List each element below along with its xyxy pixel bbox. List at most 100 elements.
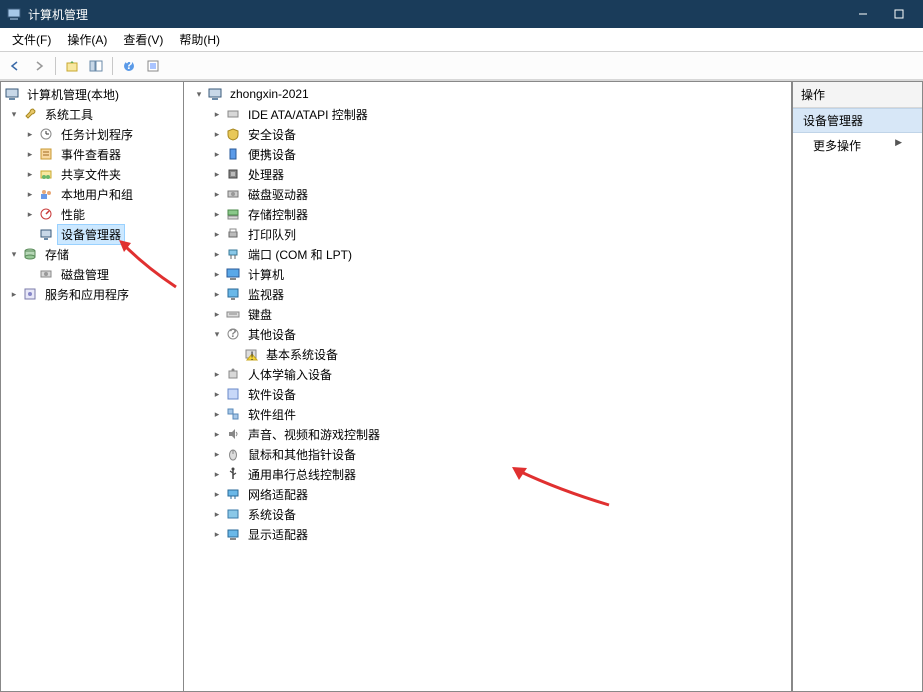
back-button[interactable] [4,55,26,77]
expand-icon[interactable]: ▸ [210,107,224,121]
tree-event-viewer[interactable]: ▸ 事件查看器 [1,144,183,164]
expand-icon[interactable]: ▸ [210,467,224,481]
tree-disk-management[interactable]: 磁盘管理 [1,264,183,284]
hid-icon [225,366,241,382]
tree-label: 性能 [57,204,89,225]
tree-label: 便携设备 [244,144,300,165]
tree-device-manager[interactable]: 设备管理器 [1,224,183,244]
actions-section-title: 设备管理器 [793,108,922,133]
expand-icon[interactable]: ▸ [210,387,224,401]
expand-icon[interactable]: ▸ [23,187,37,201]
menu-file[interactable]: 文件(F) [4,29,59,50]
device-print-queues[interactable]: ▸打印队列 [190,224,791,244]
tree-label: 键盘 [244,304,276,325]
expand-icon[interactable]: ▸ [210,227,224,241]
properties-button[interactable] [142,55,164,77]
menu-action[interactable]: 操作(A) [59,29,115,50]
maximize-button[interactable] [881,0,917,28]
device-display[interactable]: ▸ 显示适配器 [190,524,791,544]
tree-task-scheduler[interactable]: ▸ 任务计划程序 [1,124,183,144]
printer-icon [225,226,241,242]
device-other[interactable]: ▾?其他设备 [190,324,791,344]
device-sound[interactable]: ▸声音、视频和游戏控制器 [190,424,791,444]
tree-label: 人体学输入设备 [244,364,336,385]
device-ports[interactable]: ▸端口 (COM 和 LPT) [190,244,791,264]
expand-icon[interactable]: ▸ [210,487,224,501]
expand-icon[interactable]: ▸ [210,287,224,301]
device-disk-drives[interactable]: ▸磁盘驱动器 [190,184,791,204]
device-processors[interactable]: ▸处理器 [190,164,791,184]
tree-storage[interactable]: ▾ 存储 [1,244,183,264]
device-security[interactable]: ▸ 安全设备 [190,124,791,144]
device-storage-ctrl[interactable]: ▸存储控制器 [190,204,791,224]
device-software[interactable]: ▸软件设备 [190,384,791,404]
shared-folder-icon [38,166,54,182]
tree-performance[interactable]: ▸ 性能 [1,204,183,224]
expand-icon[interactable]: ▸ [23,127,37,141]
device-network[interactable]: ▸网络适配器 [190,484,791,504]
expand-icon[interactable]: ▸ [210,527,224,541]
expand-icon[interactable]: ▸ [210,367,224,381]
portable-icon [225,146,241,162]
device-software-comp[interactable]: ▸软件组件 [190,404,791,424]
other-icon: ? [225,326,241,342]
up-button[interactable] [61,55,83,77]
computer-mgmt-icon [4,86,20,102]
title-bar: 计算机管理 [0,0,923,28]
collapse-icon[interactable]: ▾ [7,247,21,261]
collapse-icon[interactable]: ▾ [210,327,224,341]
device-hid[interactable]: ▸ 人体学输入设备 [190,364,791,384]
expand-icon[interactable]: ▸ [210,147,224,161]
collapse-icon[interactable]: ▾ [192,87,206,101]
menu-help[interactable]: 帮助(H) [171,29,228,50]
forward-button[interactable] [28,55,50,77]
expand-icon[interactable]: ▸ [210,507,224,521]
help-button[interactable]: ? [118,55,140,77]
mouse-icon [225,446,241,462]
device-usb[interactable]: ▸通用串行总线控制器 [190,464,791,484]
expand-icon[interactable]: ▸ [210,427,224,441]
expand-icon[interactable]: ▸ [210,267,224,281]
expand-icon[interactable]: ▸ [7,287,21,301]
tree-services-apps[interactable]: ▸ 服务和应用程序 [1,284,183,304]
expand-icon[interactable]: ▸ [210,247,224,261]
tree-label: 事件查看器 [57,144,125,165]
tree-system-tools[interactable]: ▾ 系统工具 [1,104,183,124]
device-keyboards[interactable]: ▸ 键盘 [190,304,791,324]
expand-icon[interactable]: ▸ [23,207,37,221]
expand-icon[interactable]: ▸ [210,167,224,181]
actions-more[interactable]: 更多操作 ▶ [793,133,922,158]
tree-label: 系统设备 [244,504,300,525]
component-icon [225,406,241,422]
collapse-icon[interactable]: ▾ [7,107,21,121]
tree-shared-folders[interactable]: ▸ 共享文件夹 [1,164,183,184]
expand-icon[interactable]: ▸ [210,407,224,421]
expand-icon[interactable]: ▸ [23,147,37,161]
tree-label: 显示适配器 [244,524,312,545]
tree-label: 安全设备 [244,124,300,145]
display-adapter-icon [225,526,241,542]
device-system[interactable]: ▸ 系统设备 [190,504,791,524]
device-portable[interactable]: ▸ 便携设备 [190,144,791,164]
expand-icon[interactable]: ▸ [210,187,224,201]
expand-icon[interactable]: ▸ [210,127,224,141]
disk-drive-icon [225,186,241,202]
device-base-system[interactable]: !基本系统设备 [190,344,791,364]
minimize-button[interactable] [845,0,881,28]
device-root[interactable]: ▾ zhongxin-2021 [190,84,791,104]
tree-root[interactable]: 计算机管理(本地) [1,84,183,104]
device-monitors[interactable]: ▸监视器 [190,284,791,304]
window-title: 计算机管理 [28,6,845,23]
expand-icon[interactable]: ▸ [210,307,224,321]
tree-label: 计算机管理(本地) [23,84,123,105]
show-hide-tree-button[interactable] [85,55,107,77]
device-mice[interactable]: ▸鼠标和其他指针设备 [190,444,791,464]
menu-view[interactable]: 查看(V) [115,29,171,50]
cpu-icon [225,166,241,182]
tree-local-users[interactable]: ▸ 本地用户和组 [1,184,183,204]
device-computer[interactable]: ▸计算机 [190,264,791,284]
device-ide-atapi[interactable]: ▸IDE ATA/ATAPI 控制器 [190,104,791,124]
expand-icon[interactable]: ▸ [23,167,37,181]
expand-icon[interactable]: ▸ [210,447,224,461]
expand-icon[interactable]: ▸ [210,207,224,221]
